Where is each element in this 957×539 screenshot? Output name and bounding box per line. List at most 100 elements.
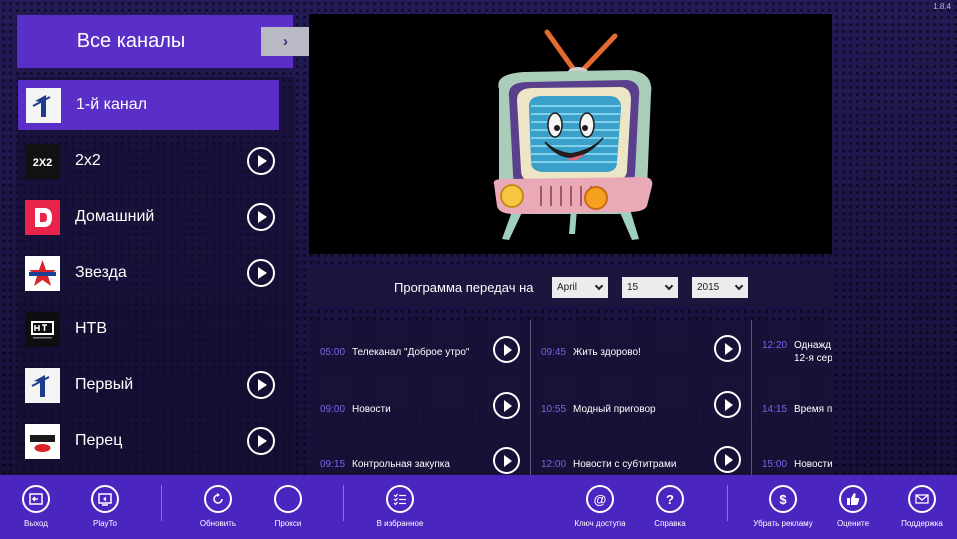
chevron-down-icon <box>594 281 604 291</box>
help-label: Справка <box>654 519 686 528</box>
channel-name: 2x2 <box>75 152 101 169</box>
schedule-column: 09:45 Жить здорово! 10:55 Модный пригово… <box>530 320 751 475</box>
playto-button[interactable]: PlayTo <box>70 485 140 537</box>
channel-item-2x2[interactable]: 2X2 2x2 <box>17 136 295 186</box>
access-key-label: Ключ доступа <box>574 519 626 528</box>
play-icon[interactable] <box>247 427 275 455</box>
day-value: 15 <box>627 282 639 293</box>
day-select[interactable]: 15 <box>622 277 678 298</box>
program-item[interactable]: 12:20 Однажд 12-я сер <box>751 334 832 374</box>
channel-item-zvezda[interactable]: Звезда <box>17 248 295 298</box>
year-select[interactable]: 2015 <box>692 277 748 298</box>
refresh-icon <box>204 485 232 513</box>
all-channels-header[interactable]: Все каналы › <box>17 15 310 68</box>
program-time: 12:20 <box>762 340 788 351</box>
mail-icon <box>908 485 936 513</box>
appbar-separator <box>343 485 344 521</box>
play-icon[interactable] <box>714 446 741 473</box>
program-time: 15:00 <box>762 459 788 470</box>
play-icon[interactable] <box>714 335 741 362</box>
chevron-right-icon[interactable]: › <box>261 27 310 56</box>
rate-label: Оцените <box>836 519 870 528</box>
playto-icon <box>91 485 119 513</box>
program-title: Новости с субтитрами <box>573 459 677 470</box>
program-time: 10:55 <box>541 404 567 415</box>
appbar-separator <box>161 485 162 521</box>
exit-label: Выход <box>24 519 48 528</box>
schedule-label: Программа передач на <box>394 280 534 295</box>
channel-one-logo <box>26 87 61 123</box>
channel-name: Перец <box>75 432 123 449</box>
play-icon[interactable] <box>247 259 275 287</box>
program-title: Контрольная закупка <box>352 459 450 470</box>
play-icon[interactable] <box>493 336 520 363</box>
thumbs-up-icon <box>839 485 867 513</box>
program-title: Новости <box>352 404 391 415</box>
perets-logo <box>25 423 60 459</box>
program-title: Время п <box>794 404 832 415</box>
channel-name: НТВ <box>75 320 107 337</box>
channel-list[interactable]: 1-й канал 2X2 2x2 Домашний Звезда НТВ Пе… <box>17 77 295 475</box>
help-button[interactable]: ? Справка <box>635 485 705 537</box>
play-icon[interactable] <box>493 447 520 474</box>
domashniy-logo <box>25 199 60 235</box>
channel-item-domashniy[interactable]: Домашний <box>17 192 295 242</box>
rate-button[interactable]: Оцените <box>818 485 888 537</box>
chevron-down-icon <box>664 281 674 291</box>
channel-item-pervyy[interactable]: Первый <box>17 360 295 410</box>
play-icon[interactable] <box>714 391 741 418</box>
play-icon[interactable] <box>247 147 275 175</box>
program-subtitle: 12-я сер <box>794 353 832 364</box>
proxy-button[interactable]: Прокси <box>253 485 323 537</box>
pervyy-logo <box>25 367 60 403</box>
channel-name: 1-й канал <box>76 96 147 113</box>
question-icon: ? <box>656 485 684 513</box>
remove-ads-button[interactable]: $ Убрать рекламу <box>748 485 818 537</box>
play-icon[interactable] <box>493 392 520 419</box>
program-item[interactable]: 05:00 Телеканал "Доброе утро" <box>309 334 530 374</box>
program-item[interactable]: 10:55 Модный приговор <box>530 391 751 431</box>
program-item[interactable]: 14:15 Время п <box>751 391 832 431</box>
program-item[interactable]: 12:00 Новости с субтитрами <box>530 446 751 475</box>
support-button[interactable]: Поддержка <box>887 485 957 537</box>
channel-item-perets[interactable]: Перец <box>17 416 295 466</box>
refresh-button[interactable]: Обновить <box>183 485 253 537</box>
tv-mascot-image <box>493 29 653 240</box>
2x2-logo: 2X2 <box>25 143 60 179</box>
schedule-header: Программа передач на April 15 2015 <box>309 268 832 306</box>
program-time: 09:15 <box>320 459 346 470</box>
dollar-icon: $ <box>769 485 797 513</box>
ntv-logo <box>25 311 60 347</box>
program-item[interactable]: 15:00 Новости <box>751 446 832 475</box>
proxy-label: Прокси <box>274 519 302 528</box>
favorites-button[interactable]: В избранное <box>365 485 435 537</box>
program-title: Новости <box>794 459 832 470</box>
zvezda-logo <box>25 255 60 291</box>
access-key-button[interactable]: @ Ключ доступа <box>565 485 635 537</box>
app-version: 1.8.4 <box>933 2 951 11</box>
month-value: April <box>557 282 578 293</box>
video-player[interactable] <box>309 14 832 254</box>
all-channels-title: Все каналы <box>76 30 186 52</box>
program-item[interactable]: 09:15 Контрольная закупка <box>309 446 530 475</box>
exit-button[interactable]: Выход <box>1 485 71 537</box>
remove-ads-label: Убрать рекламу <box>753 519 813 528</box>
support-label: Поддержка <box>901 519 943 528</box>
program-schedule[interactable]: 05:00 Телеканал "Доброе утро" 09:00 Ново… <box>309 320 832 475</box>
month-select[interactable]: April <box>552 277 608 298</box>
channel-name: Первый <box>75 376 134 393</box>
program-title: Модный приговор <box>573 404 656 415</box>
program-item[interactable]: 09:45 Жить здорово! <box>530 334 751 374</box>
refresh-label: Обновить <box>199 519 237 528</box>
play-icon[interactable] <box>247 371 275 399</box>
schedule-column: 12:20 Однажд 12-я сер 14:15 Время п 15:0… <box>751 320 832 475</box>
program-title: Жить здорово! <box>573 347 641 358</box>
proxy-icon <box>274 485 302 513</box>
program-time: 05:00 <box>320 347 346 358</box>
program-item[interactable]: 09:00 Новости <box>309 391 530 431</box>
checklist-icon <box>386 485 414 513</box>
program-title: Однажд <box>794 340 832 351</box>
channel-item-1-kanal[interactable]: 1-й канал <box>18 80 279 130</box>
play-icon[interactable] <box>247 203 275 231</box>
channel-item-ntv[interactable]: НТВ <box>17 304 295 354</box>
